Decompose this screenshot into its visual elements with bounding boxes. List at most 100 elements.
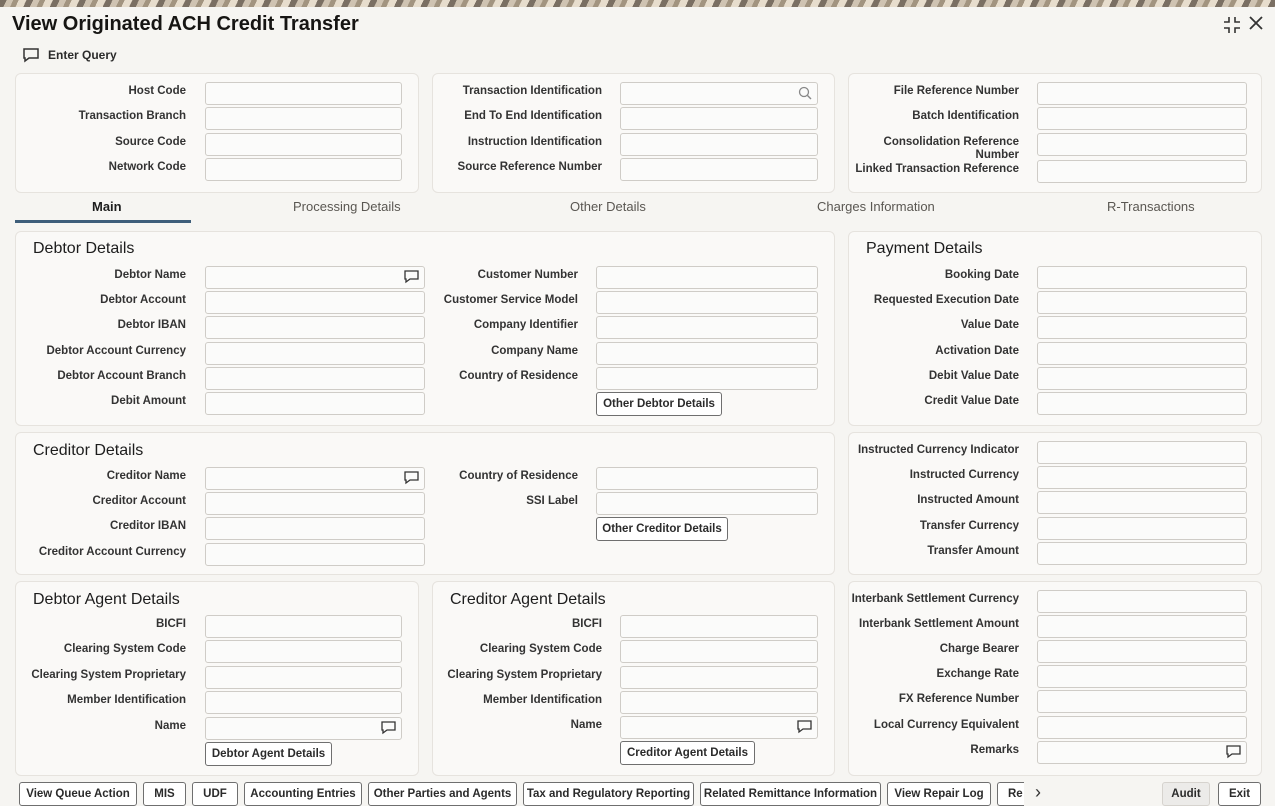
label-local-currency-equivalent: Local Currency Equivalent: [873, 719, 1019, 731]
network-code-field[interactable]: [205, 158, 402, 181]
creditor-agent-bicfi-field[interactable]: [620, 615, 818, 638]
debtor-agent-name-field[interactable]: [205, 717, 402, 740]
company-identifier-field[interactable]: [596, 316, 818, 339]
activation-date-field[interactable]: [1037, 342, 1247, 365]
company-name-field[interactable]: [596, 342, 818, 365]
value-date-field[interactable]: [1037, 316, 1247, 339]
local-currency-equivalent-field[interactable]: [1037, 716, 1247, 739]
tax-and-regulatory-reporting-button[interactable]: Tax and Regulatory Reporting: [523, 782, 694, 806]
label-transaction-identification: Transaction Identification: [462, 85, 602, 97]
other-creditor-details-button[interactable]: Other Creditor Details: [596, 517, 728, 541]
debtor-agent-details-button[interactable]: Debtor Agent Details: [205, 742, 332, 766]
instruction-identification-field[interactable]: [620, 133, 818, 156]
tab-charges-information[interactable]: Charges Information: [817, 199, 935, 214]
debtor-account-currency-field[interactable]: [205, 342, 425, 365]
tab-other-details[interactable]: Other Details: [570, 199, 646, 214]
label-debit-value-date: Debit Value Date: [928, 370, 1019, 382]
creditor-agent-details-button[interactable]: Creditor Agent Details: [620, 741, 755, 765]
fx-reference-number-field[interactable]: [1037, 690, 1247, 713]
accounting-entries-button[interactable]: Accounting Entries: [244, 782, 362, 806]
mis-button[interactable]: MIS: [143, 782, 186, 806]
debit-value-date-field[interactable]: [1037, 367, 1247, 390]
remarks-field[interactable]: [1037, 741, 1247, 764]
transfer-amount-field[interactable]: [1037, 542, 1247, 565]
audit-button[interactable]: Audit: [1162, 782, 1210, 806]
source-reference-number-field[interactable]: [620, 158, 818, 181]
end-to-end-identification-field[interactable]: [620, 107, 818, 130]
label-creditor-account: Creditor Account: [92, 495, 187, 507]
view-queue-action-button[interactable]: View Queue Action: [19, 782, 137, 806]
search-icon[interactable]: [798, 86, 812, 103]
requested-execution-date-field[interactable]: [1037, 291, 1247, 314]
truncated-footer-button[interactable]: Re: [997, 782, 1024, 806]
comment-icon[interactable]: [797, 720, 812, 737]
creditor-agent-member-identification-field[interactable]: [620, 691, 818, 714]
debtor-agent-bicfi-field[interactable]: [205, 615, 402, 638]
consolidation-reference-number-field[interactable]: [1037, 133, 1247, 156]
label-instructed-currency: Instructed Currency: [909, 469, 1019, 481]
transaction-branch-field[interactable]: [205, 107, 402, 130]
view-repair-log-button[interactable]: View Repair Log: [887, 782, 991, 806]
debit-amount-field[interactable]: [205, 392, 425, 415]
label-end-to-end-identification: End To End Identification: [464, 110, 602, 122]
customer-number-field[interactable]: [596, 266, 818, 289]
debtor-agent-clearing-system-code-field[interactable]: [205, 640, 402, 663]
label-ssi-label: SSI Label: [526, 495, 578, 507]
debtor-name-field[interactable]: [205, 266, 425, 289]
transaction-identification-field[interactable]: [620, 82, 818, 105]
tab-r-transactions[interactable]: R-Transactions: [1107, 199, 1195, 214]
interbank-settlement-currency-field[interactable]: [1037, 590, 1247, 613]
other-debtor-details-button[interactable]: Other Debtor Details: [596, 392, 722, 416]
interbank-settlement-amount-field[interactable]: [1037, 615, 1247, 638]
creditor-agent-clearing-system-code-field[interactable]: [620, 640, 818, 663]
label-creditor-agent-clearing-system-code: Clearing System Code: [479, 643, 602, 655]
booking-date-field[interactable]: [1037, 266, 1247, 289]
ssi-label-field[interactable]: [596, 492, 818, 515]
debtor-account-branch-field[interactable]: [205, 367, 425, 390]
host-code-field[interactable]: [205, 82, 402, 105]
tab-processing-details[interactable]: Processing Details: [293, 199, 401, 214]
debtor-account-field[interactable]: [205, 291, 425, 314]
related-remittance-information-button[interactable]: Related Remittance Information: [700, 782, 881, 806]
enter-query-button[interactable]: Enter Query: [22, 47, 117, 63]
other-parties-and-agents-button[interactable]: Other Parties and Agents: [368, 782, 517, 806]
instructed-amount-field[interactable]: [1037, 491, 1247, 514]
creditor-account-field[interactable]: [205, 492, 425, 515]
label-debtor-account-currency: Debtor Account Currency: [46, 345, 186, 357]
linked-transaction-reference-field[interactable]: [1037, 160, 1247, 183]
scroll-right-icon[interactable]: ›: [1035, 782, 1041, 803]
minimize-icon[interactable]: [1222, 15, 1242, 40]
comment-icon[interactable]: [1226, 745, 1241, 762]
comment-icon[interactable]: [381, 721, 396, 738]
customer-service-model-field[interactable]: [596, 291, 818, 314]
credit-value-date-field[interactable]: [1037, 392, 1247, 415]
label-company-name: Company Name: [491, 345, 578, 357]
debtor-iban-field[interactable]: [205, 316, 425, 339]
debtor-agent-clearing-system-proprietary-field[interactable]: [205, 666, 402, 689]
file-reference-number-field[interactable]: [1037, 82, 1247, 105]
charge-bearer-field[interactable]: [1037, 640, 1247, 663]
label-host-code: Host Code: [128, 85, 187, 97]
udf-button[interactable]: UDF: [192, 782, 238, 806]
creditor-name-field[interactable]: [205, 467, 425, 490]
settlement-details-panel: Interbank Settlement Currency Interbank …: [848, 581, 1262, 776]
transfer-currency-field[interactable]: [1037, 517, 1247, 540]
creditor-agent-clearing-system-proprietary-field[interactable]: [620, 666, 818, 689]
creditor-agent-name-field[interactable]: [620, 716, 818, 739]
batch-identification-field[interactable]: [1037, 107, 1247, 130]
exit-button[interactable]: Exit: [1218, 782, 1261, 806]
debtor-agent-member-identification-field[interactable]: [205, 691, 402, 714]
exchange-rate-field[interactable]: [1037, 665, 1247, 688]
debtor-agent-details-title: Debtor Agent Details: [33, 591, 180, 608]
label-creditor-agent-bicfi: BICFI: [571, 618, 602, 630]
creditor-country-of-residence-field[interactable]: [596, 467, 818, 490]
source-code-field[interactable]: [205, 133, 402, 156]
tab-main[interactable]: Main: [92, 199, 122, 214]
label-creditor-country-of-residence: Country of Residence: [459, 470, 578, 482]
instructed-currency-field[interactable]: [1037, 466, 1247, 489]
country-of-residence-field[interactable]: [596, 367, 818, 390]
instructed-currency-indicator-field[interactable]: [1037, 441, 1247, 464]
close-icon[interactable]: [1248, 15, 1264, 36]
creditor-account-currency-field[interactable]: [205, 543, 425, 566]
creditor-iban-field[interactable]: [205, 517, 425, 540]
